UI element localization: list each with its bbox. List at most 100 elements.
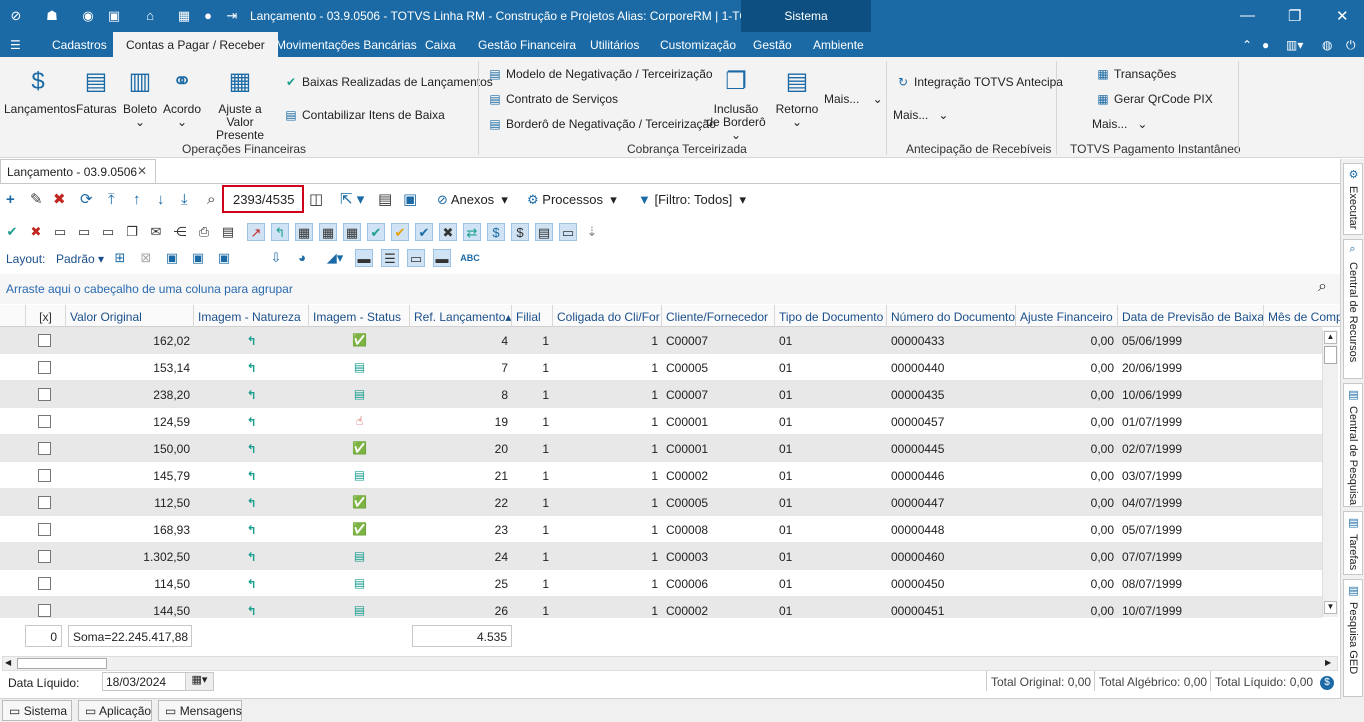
table-row[interactable]: 114,50 25 1 1 C00006 01 00000450 0,00 08/07/1999… (0, 570, 1322, 597)
modelo-negativacao-button[interactable]: ▤ Modelo de Negativação / Terceirização (488, 67, 712, 81)
edit-icon[interactable]: ✎ (30, 187, 43, 213)
antecipacao-mais-button[interactable]: Mais... ⌄ (893, 108, 948, 122)
calendar-dropdown-icon[interactable]: ▦▾ (185, 673, 213, 690)
group-by-panel[interactable]: Arraste aqui o cabeçalho de uma coluna p… (0, 274, 1340, 304)
globe-icon[interactable]: ● (200, 8, 216, 24)
move-down-icon[interactable]: ▣ (215, 249, 233, 267)
receipt-icon[interactable]: ▤ (535, 223, 553, 241)
refresh-icon[interactable]: ⟳ (80, 187, 93, 213)
mail-icon[interactable]: ✉ (147, 223, 165, 241)
col-coligada[interactable]: Coligada do Cli/For (553, 305, 662, 327)
minimize-icon[interactable]: — (1240, 7, 1255, 24)
horizontal-scrollbar[interactable]: ◀ ▶ (2, 656, 1338, 671)
menu-customizacao[interactable]: Customização (660, 38, 736, 52)
globe-icon[interactable]: ● (1262, 38, 1269, 52)
add-icon[interactable]: + (6, 187, 15, 213)
col-ref-lancamento[interactable]: Ref. Lançamento▴ (410, 305, 512, 327)
table-row[interactable]: 145,79 21 1 1 C00002 01 00000446 0,00 03/07/1999… (0, 462, 1322, 489)
col-ajuste-financeiro[interactable]: Ajuste Financeiro (1016, 305, 1118, 327)
first-record-icon[interactable]: ⤒ (108, 187, 115, 213)
table-row[interactable]: 144,50 26 1 1 C00002 01 00000451 0,00 10/07/1999… (0, 597, 1322, 618)
scroll-thumb[interactable] (1324, 346, 1337, 364)
check-gold-icon[interactable]: ✔ (391, 223, 409, 241)
scroll-down-icon[interactable]: ▼ (1324, 601, 1337, 614)
printer-icon[interactable]: ⎙ (195, 223, 213, 241)
check-icon[interactable]: ✔ (367, 223, 385, 241)
search-grid-icon[interactable]: ⌕ (1318, 278, 1327, 296)
scroll-right-icon[interactable]: ▶ (1325, 658, 1331, 667)
menu-gestao[interactable]: Gestão (753, 38, 792, 52)
faturas-button[interactable]: ▤ Faturas (76, 67, 117, 116)
col-valor-original[interactable]: Valor Original (66, 305, 194, 327)
table-row[interactable]: 153,14 7 1 1 C00005 01 00000440 0,00 20/06/1999 ↰… (0, 354, 1322, 381)
check-blue-icon[interactable]: ✔ (415, 223, 433, 241)
boleto-button[interactable]: ▥ Boleto ⌄ (122, 67, 158, 129)
menu-gestao-financeira[interactable]: Gestão Financeira (478, 38, 576, 52)
contrato-servicos-button[interactable]: ▤ Contrato de Serviços (488, 92, 618, 106)
row-checkbox[interactable] (38, 415, 51, 428)
next-record-icon[interactable]: ↓ (157, 187, 165, 213)
row-checkbox[interactable] (38, 469, 51, 482)
exchange-icon[interactable]: ⇄ (463, 223, 481, 241)
calendar-icon[interactable]: ▦ (343, 223, 361, 241)
row-checkbox[interactable] (38, 496, 51, 509)
transacoes-button[interactable]: ▦ Transações (1096, 67, 1176, 81)
table-row[interactable]: 150,00 20 1 1 C00001 01 00000445 0,00 02/07/1999… (0, 435, 1322, 462)
collapse-icon[interactable]: ⊠ (137, 249, 155, 267)
eye-icon[interactable]: ◉ (80, 8, 96, 24)
last-record-icon[interactable]: ⤓ (181, 187, 188, 213)
bordero-negativacao-button[interactable]: ▤ Borderô de Negativação / Terceirização (488, 117, 716, 131)
integracao-antecipa-button[interactable]: ↻ Integração TOTVS Antecipa (896, 75, 1063, 89)
tab-sistema[interactable]: ▭ Sistema (2, 700, 72, 721)
menu-movimentacoes[interactable]: Movimentações Bancárias (276, 38, 417, 52)
col-filial[interactable]: Filial (512, 305, 553, 327)
row-checkbox[interactable] (38, 523, 51, 536)
users-icon[interactable]: ☗ (44, 8, 60, 24)
report-icon[interactable]: ▤ (378, 187, 392, 213)
help-icon[interactable]: ◍ (1322, 38, 1332, 52)
side-tab-pesquisa-ged[interactable]: ▤ Pesquisa GED (1343, 579, 1363, 697)
collapse-ribbon-icon[interactable]: ⌃ (1242, 38, 1252, 52)
settings-icon[interactable]: ▣ (106, 8, 122, 24)
scroll-left-icon[interactable]: ◀ (5, 658, 11, 667)
print-preview-icon[interactable]: ▭ (51, 223, 69, 241)
table-row[interactable]: 1.302,50 24 1 1 C00003 01 00000460 0,00 07/07/19… (0, 543, 1322, 570)
col-numero-documento[interactable]: Número do Documento (887, 305, 1016, 327)
view-bottom-icon[interactable]: ▬ (355, 249, 373, 267)
baixas-realizadas-button[interactable]: ✔ Baixas Realizadas de Lançamentos (284, 75, 493, 89)
workflow-icon[interactable]: ▣ (403, 187, 417, 213)
pin-layout-icon[interactable]: ⇩ (267, 249, 285, 267)
record-position-field[interactable]: 2393/4535 (222, 185, 304, 213)
col-imagem-natureza[interactable]: Imagem - Natureza (194, 305, 309, 327)
tree-icon[interactable]: ⋲ (171, 223, 189, 241)
view-split-icon[interactable]: ☰ (381, 249, 399, 267)
power-icon[interactable]: ⏻ (1346, 38, 1356, 53)
layout-select[interactable]: Padrão ▾ (56, 252, 104, 266)
pin-icon[interactable]: ⇣ (583, 223, 601, 241)
close-circle-icon[interactable]: ✖ (439, 223, 457, 241)
table-row[interactable]: 238,20 8 1 1 C00007 01 00000435 0,00 10/06/1999 ↰… (0, 381, 1322, 408)
retorno-button[interactable]: ▤ Retorno ⌄ (774, 67, 820, 129)
lancamentos-button[interactable]: $ Lançamentos (4, 67, 76, 116)
col-select-all[interactable]: [x] (26, 305, 66, 327)
menu-contas[interactable]: Contas a Pagar / Receber (113, 32, 278, 57)
document-icon[interactable]: ▤ (219, 223, 237, 241)
money-icon[interactable]: $ (487, 223, 505, 241)
row-checkbox[interactable] (38, 604, 51, 617)
form-view-icon[interactable]: ◫ (309, 187, 323, 213)
monitor-icon[interactable]: ▭ (75, 223, 93, 241)
restore-icon[interactable]: ❐ (1288, 7, 1301, 25)
close-window-icon[interactable]: ✕ (1336, 7, 1349, 25)
export-icon[interactable]: ⇱ ▾ (340, 187, 364, 213)
processos-button[interactable]: ⚙ Processos ▾ (527, 187, 617, 213)
menu-caixa[interactable]: Caixa (425, 38, 456, 52)
search-icon[interactable]: ⌕ (207, 187, 215, 213)
acordo-button[interactable]: ⚭ Acordo ⌄ (162, 67, 202, 129)
hscroll-thumb[interactable] (17, 658, 107, 669)
pix-mais-button[interactable]: Mais... ⌄ (1092, 117, 1147, 131)
card-icon[interactable]: ▭ (559, 223, 577, 241)
side-tab-executar[interactable]: ⚙ Executar (1343, 163, 1363, 235)
contabilizar-itens-button[interactable]: ▤ Contabilizar Itens de Baixa (284, 108, 444, 122)
filtro-button[interactable]: ▼ [Filtro: Todos] ▾ (638, 187, 746, 213)
money-dark-icon[interactable]: $ (511, 223, 529, 241)
